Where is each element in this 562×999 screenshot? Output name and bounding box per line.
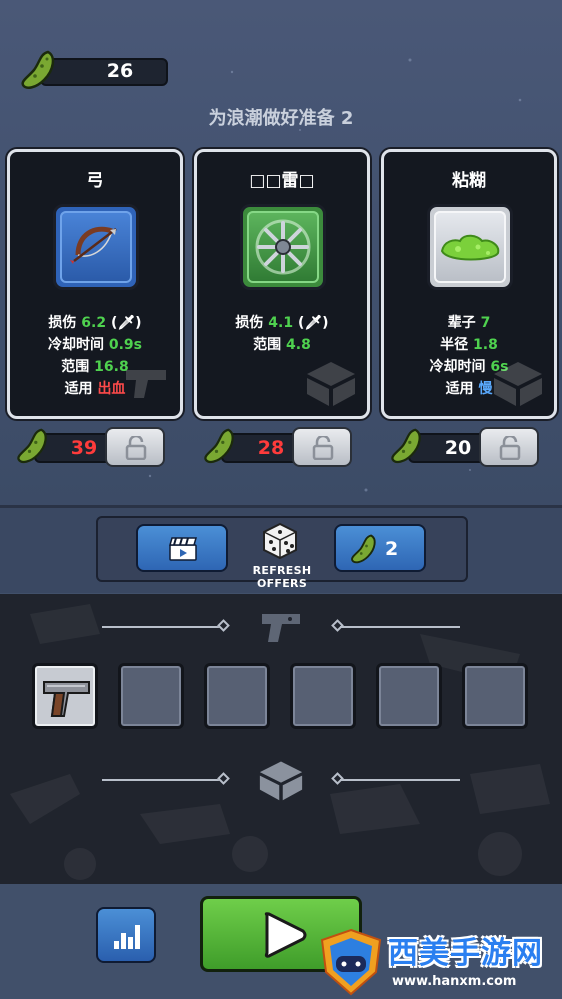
price-tag[interactable]: 20 (390, 425, 486, 465)
pickle-icon (21, 50, 55, 89)
play-icon (264, 912, 307, 958)
offer-card-slime[interactable]: 粘糊 辈子 7 半径 1.8 冷却时间 6s 适用 慢 (381, 149, 557, 419)
bow-icon (70, 226, 117, 264)
divider-line (102, 779, 222, 781)
unlock-icon (125, 436, 147, 460)
currency-amount: 26 (106, 60, 134, 82)
price-tag[interactable]: 28 (203, 425, 299, 465)
currency-display: 26 (20, 48, 168, 89)
watermark-url: www.hanxm.com (392, 974, 517, 989)
inventory-slot-empty[interactable] (290, 663, 356, 729)
price-tag[interactable]: 39 (16, 425, 112, 465)
stats-button[interactable] (96, 907, 156, 963)
inventory-slot-empty[interactable] (376, 663, 442, 729)
refresh-cost: 2 (385, 538, 399, 560)
pickle-icon (351, 534, 376, 564)
crate-watermark-icon (494, 362, 542, 406)
shuriken-icon (255, 219, 311, 275)
pickle-icon (17, 428, 47, 464)
card-stats: 损伤 4.1 (🗡) 范围 4.8 (197, 312, 367, 356)
divider-line (340, 779, 460, 781)
clapperboard-icon (169, 537, 197, 561)
card-icon-frame (427, 204, 513, 290)
inventory-slot-empty[interactable] (204, 663, 270, 729)
inventory-slot-pistol[interactable] (32, 663, 98, 729)
stat-row: 辈子 7 (447, 315, 491, 331)
stat-row: 冷却时间 0.9s (47, 337, 142, 353)
pickle-icon (204, 428, 234, 464)
stat-row: 半径 1.8 (440, 337, 498, 353)
watch-video-refresh-button[interactable] (136, 524, 228, 572)
unlock-icon (312, 436, 334, 460)
watermark-title: 西美手游网 (388, 936, 543, 971)
lock-button[interactable] (292, 427, 352, 467)
card-icon-frame (53, 204, 139, 290)
bar-chart-icon (114, 925, 140, 949)
price-amount: 28 (257, 437, 285, 459)
offer-card-shuriken[interactable]: □□雷□ 损伤 4.1 (🗡) 范围 4.8 (194, 149, 370, 419)
lock-button[interactable] (105, 427, 165, 467)
pistol-icon (43, 681, 90, 717)
stat-row: 损伤 4.1 (🗡) (235, 315, 329, 331)
pistol-icon (262, 614, 300, 642)
crate-icon (259, 761, 303, 801)
divider-line (340, 626, 460, 628)
stat-row: 损伤 6.2 (🗡) (48, 315, 142, 331)
price-amount: 20 (444, 437, 472, 459)
refresh-offers-label: REFRESH OFFERS (252, 564, 312, 590)
inventory-slot-empty[interactable] (462, 663, 528, 729)
price-amount: 39 (70, 437, 98, 459)
site-watermark: 西美手游网 www.hanxm.com (318, 928, 562, 999)
card-name: □□雷□ (249, 171, 315, 191)
lock-button[interactable] (479, 427, 539, 467)
card-name: 粘糊 (452, 171, 486, 191)
crate-watermark-icon (307, 362, 355, 406)
inventory-slot-empty[interactable] (118, 663, 184, 729)
shield-logo-icon (320, 928, 382, 996)
wave-title: 为浪潮做好准备 2 (208, 108, 354, 129)
card-icon-frame (240, 204, 326, 290)
card-name: 弓 (86, 171, 104, 191)
stat-row: 范围 4.8 (253, 337, 311, 353)
divider-line (102, 626, 222, 628)
slime-icon (440, 234, 500, 261)
dice-icon (263, 522, 297, 560)
pickle-icon (391, 428, 421, 464)
pay-refresh-button[interactable] (334, 524, 426, 572)
pistol-watermark-icon (126, 370, 166, 398)
unlock-icon (499, 436, 521, 460)
offer-card-bow[interactable]: 弓 损伤 6.2 (🗡) 冷却时间 0.9s 范围 16.8 适用 出血 (7, 149, 183, 419)
